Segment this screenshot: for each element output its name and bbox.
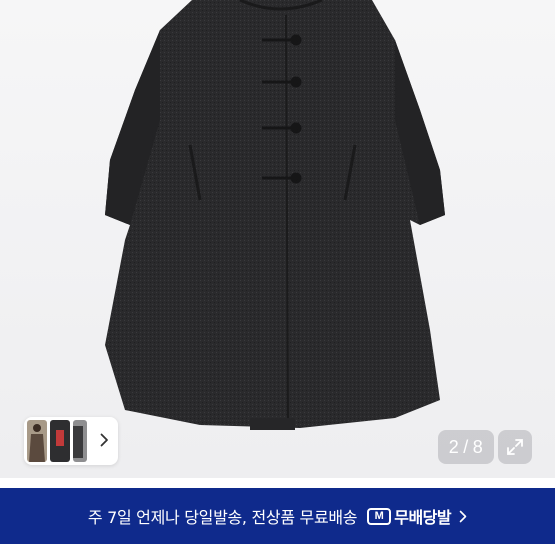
thumbnail-2-image: [56, 430, 64, 446]
thumbnail-3[interactable]: [73, 420, 87, 462]
badge-logo-icon: M: [367, 507, 392, 525]
chevron-right-icon[interactable]: [96, 430, 112, 450]
page-total: 8: [472, 436, 484, 457]
thumbnail-1[interactable]: [27, 420, 47, 462]
thumbnail-2[interactable]: [50, 420, 70, 462]
bottom-spacer: [0, 544, 555, 555]
coat-product-image: [105, 0, 445, 430]
badge-text: 무배당발: [394, 508, 452, 527]
free-shipping-banner[interactable]: 주 7일 언제나 당일발송, 전상품 무료배송 M 무배당발: [0, 488, 555, 544]
banner-text: 주 7일 언제나 당일발송, 전상품 무료배송: [87, 508, 358, 527]
page-current: 2: [448, 436, 460, 457]
thumbnail-1-image: [29, 424, 45, 462]
expand-arrows-icon: [507, 439, 523, 455]
thumbnail-strip[interactable]: [24, 417, 118, 465]
page-separator: /: [463, 436, 469, 457]
chevron-right-icon: [459, 510, 467, 523]
shipping-badge: M 무배당발: [367, 504, 452, 528]
product-image-viewer[interactable]: 2 / 8: [0, 0, 555, 478]
expand-button[interactable]: [498, 430, 532, 464]
thumbnail-3-image: [73, 426, 83, 458]
page-counter: 2 / 8: [438, 430, 494, 464]
